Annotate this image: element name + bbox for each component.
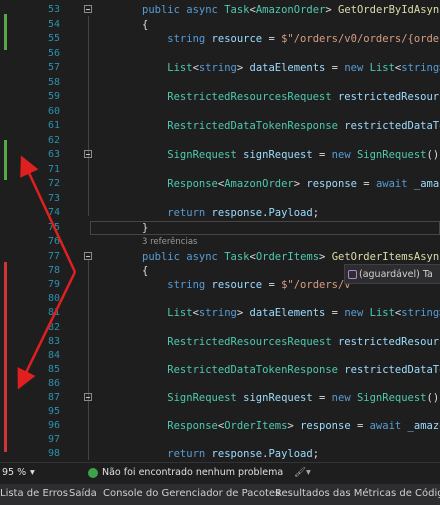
check-circle-icon	[88, 468, 98, 478]
code-editor[interactable]: 53 public async Task<AmazonOrder> GetOrde…	[0, 0, 440, 462]
tool-window-tabs: Lista de Erros Saída Console do Gerencia…	[0, 484, 440, 505]
status-bar: 95 % ▾ Não foi encontrado nenhum problem…	[0, 462, 440, 483]
tab-package-manager-console[interactable]: Console do Gerenciador de Pacotes	[103, 488, 280, 499]
annotation-arrows	[17, 155, 77, 390]
zoom-level[interactable]: 95 %	[2, 467, 26, 478]
tab-error-list[interactable]: Lista de Erros	[0, 488, 68, 499]
brush-icon[interactable]: 🖌▾	[294, 467, 311, 478]
issues-status[interactable]: Não foi encontrado nenhum problema	[102, 467, 283, 478]
annotation-arrow-up	[20, 155, 77, 273]
tab-code-metrics-results[interactable]: Resultados das Métricas de Código	[275, 488, 440, 499]
zoom-dropdown-icon[interactable]: ▾	[30, 467, 35, 478]
annotation-arrow-down	[17, 271, 77, 390]
tab-output[interactable]: Saída	[69, 488, 97, 499]
